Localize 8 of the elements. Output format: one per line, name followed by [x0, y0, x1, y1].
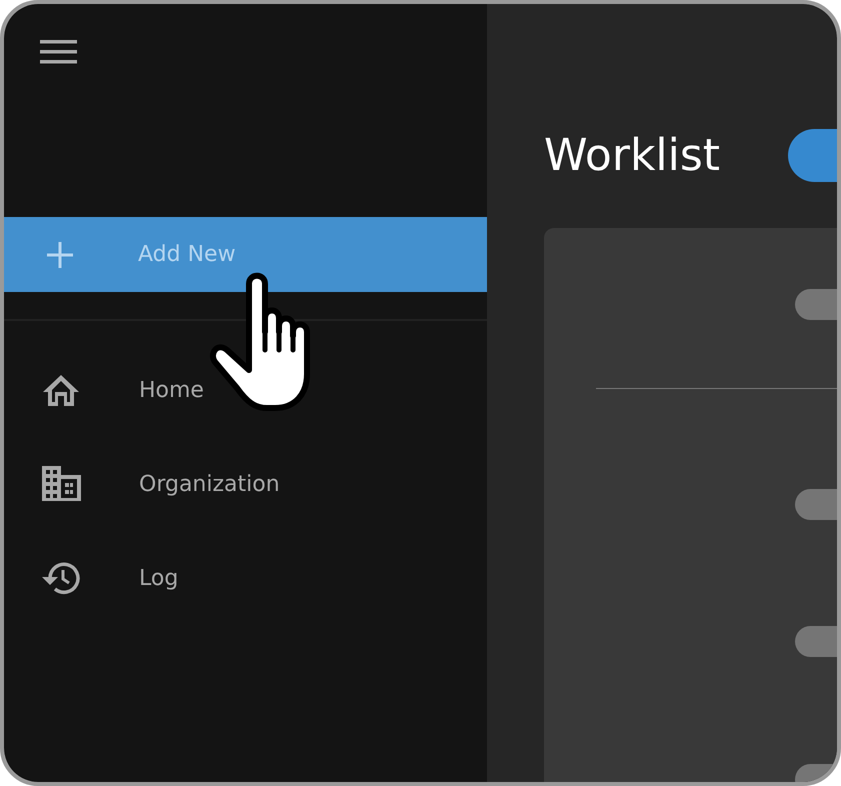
- page-title: Worklist: [544, 130, 720, 181]
- sidebar-item[interactable]: Log: [4, 531, 487, 625]
- history-icon: [40, 560, 82, 596]
- sidebar-item[interactable]: Home: [4, 343, 487, 437]
- menu-icon[interactable]: [40, 40, 77, 64]
- building-icon: [40, 466, 82, 502]
- sidebar-item[interactable]: Organization: [4, 437, 487, 531]
- plus-icon: [46, 240, 74, 268]
